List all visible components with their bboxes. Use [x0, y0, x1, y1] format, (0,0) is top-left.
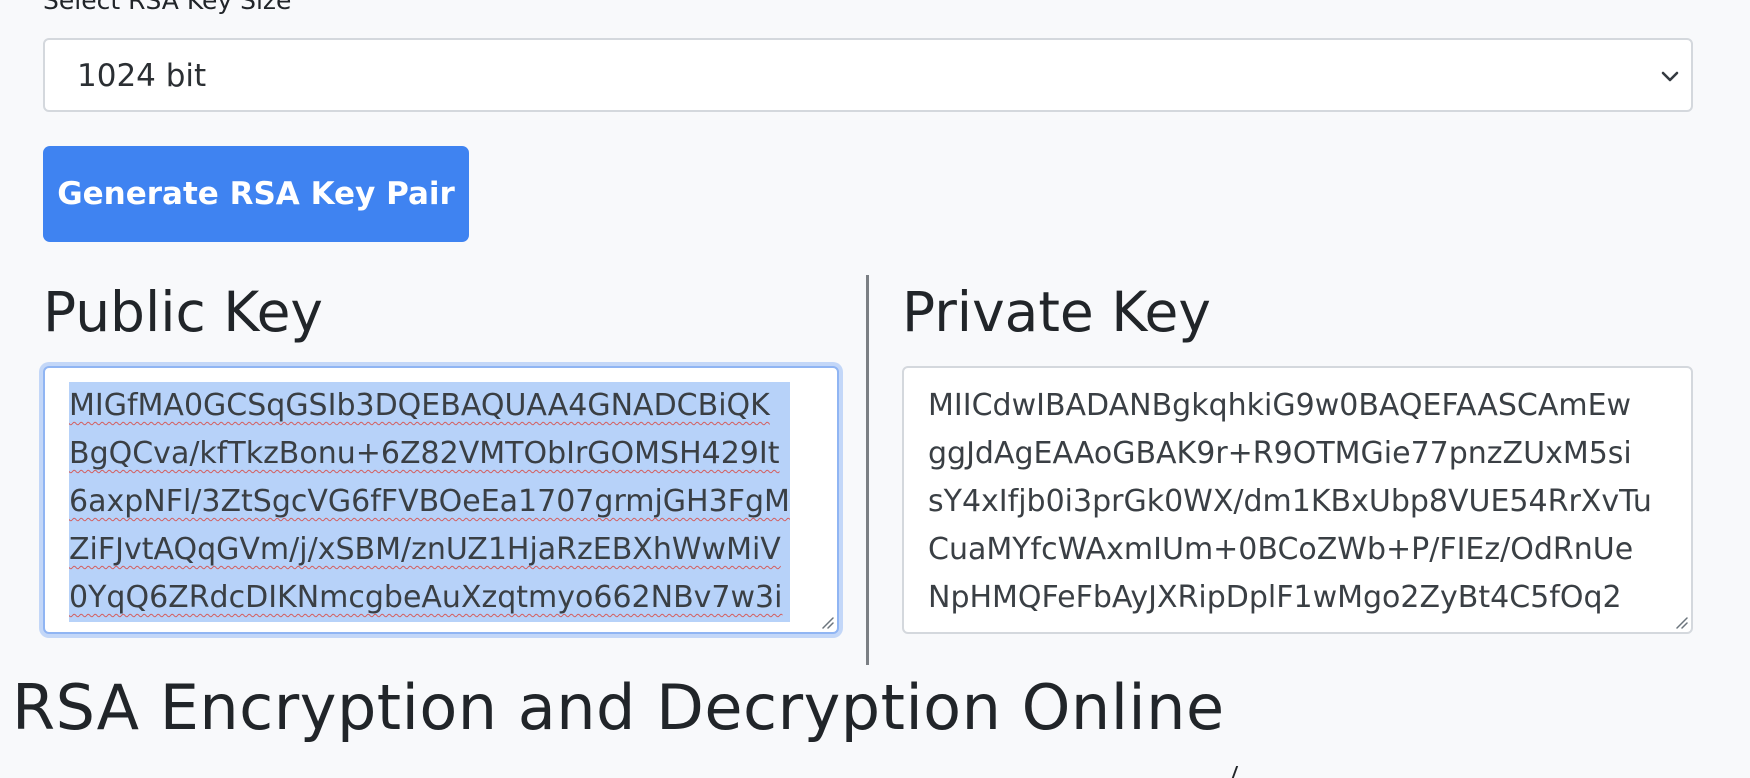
public-key-text: MIGfMA0GCSqGSIb3DQEBAQUAA4GNADCBiQK BgQC… — [69, 382, 790, 622]
public-key-title: Public Key — [43, 280, 323, 344]
resize-grip-icon[interactable] — [1672, 613, 1688, 629]
cut-off-glyph — [1231, 766, 1245, 778]
key-size-selected-value: 1024 bit — [77, 58, 207, 94]
key-size-label: Select RSA Key Size — [43, 0, 292, 15]
chevron-down-icon — [1661, 71, 1679, 82]
public-key-textarea[interactable]: MIGfMA0GCSqGSIb3DQEBAQUAA4GNADCBiQK BgQC… — [43, 366, 839, 634]
page-heading: RSA Encryption and Decryption Online — [12, 671, 1225, 744]
private-key-title: Private Key — [902, 280, 1211, 344]
private-key-text: MIICdwIBADANBgkqhkiG9w0BAQEFAASCAmEw ggJ… — [928, 388, 1652, 615]
column-divider — [866, 275, 869, 665]
private-key-textarea[interactable]: MIICdwIBADANBgkqhkiG9w0BAQEFAASCAmEw ggJ… — [902, 366, 1693, 634]
generate-key-pair-button[interactable]: Generate RSA Key Pair — [43, 146, 469, 242]
resize-grip-icon[interactable] — [818, 613, 834, 629]
key-size-select[interactable]: 1024 bit — [43, 38, 1693, 112]
